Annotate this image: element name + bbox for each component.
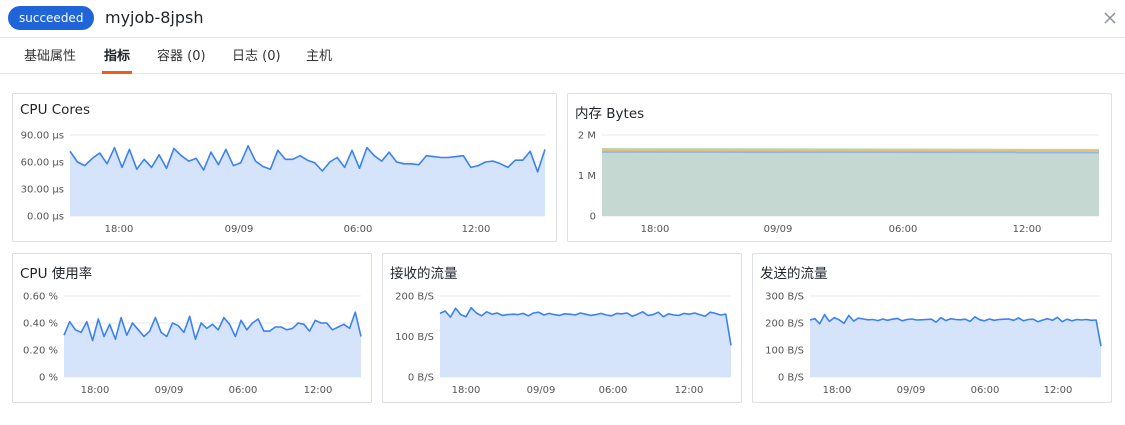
chart-card-cpu-usage: CPU 使用率 0 % 0.20 % 0.40 % 0.60 % 18:00 09/09 0… bbox=[12, 253, 372, 403]
tab-label: 日志 (0) bbox=[232, 49, 281, 64]
cpu-cores-chart: 0.00 µs 30.00 µs 60.00 µs 90.00 µs 18:00 09/0… bbox=[21, 131, 546, 235]
series-area bbox=[810, 314, 1101, 377]
x-tick-label: 09/09 bbox=[225, 224, 254, 235]
tab-label: 容器 (0) bbox=[157, 49, 206, 64]
x-tick-label: 18:00 bbox=[641, 224, 670, 235]
network-rx-chart: 0 B/S 100 B/S 200 B/S 18:00 09/09 06:00 12:00 bbox=[395, 292, 732, 396]
cpu-usage-chart: 0 % 0.20 % 0.40 % 0.60 % 18:00 09/09 06:00 12:0… bbox=[23, 292, 362, 396]
x-tick-label: 12:00 bbox=[304, 385, 333, 396]
series-area bbox=[64, 312, 361, 377]
tab-label: 主机 bbox=[306, 49, 333, 64]
tab-label: 指标 bbox=[104, 49, 131, 64]
y-tick-label: 0.40 % bbox=[23, 319, 58, 330]
y-tick-label: 1 M bbox=[578, 171, 596, 182]
y-tick-label: 0.20 % bbox=[23, 346, 58, 357]
active-tab-indicator bbox=[102, 71, 133, 74]
chart-card-memory: 内存 Bytes 01 M2 M 18:00 09/09 06:00 12:00 bbox=[567, 93, 1112, 242]
x-tick-label: 06:00 bbox=[599, 385, 628, 396]
y-tick-label: 0 B/S bbox=[778, 373, 804, 384]
tab-containers[interactable]: 容器 (0) bbox=[157, 38, 206, 73]
series-area bbox=[70, 145, 545, 216]
y-tick-label: 2 M bbox=[578, 131, 596, 142]
close-button[interactable] bbox=[1099, 7, 1121, 29]
x-tick-label: 06:00 bbox=[889, 224, 918, 235]
memory-chart: 0 1 M 2 M 18:00 09/09 06:00 12:00 bbox=[578, 131, 1100, 235]
y-tick-label: 0 % bbox=[39, 373, 58, 384]
y-tick-label: 200 B/S bbox=[765, 319, 804, 330]
memory-series-line bbox=[601, 148, 1100, 151]
tab-metrics[interactable]: 指标 bbox=[102, 38, 133, 74]
y-tick-label: 90.00 µs bbox=[21, 131, 64, 142]
x-tick-label: 12:00 bbox=[462, 224, 491, 235]
y-tick-label: 0 bbox=[590, 212, 596, 223]
y-tick-label: 100 B/S bbox=[765, 346, 804, 357]
tab-bar: 基础属性 指标 容器 (0) 日志 (0) 主机 bbox=[0, 38, 1125, 74]
x-tick-label: 12:00 bbox=[1044, 385, 1073, 396]
y-tick-label: 0.60 % bbox=[23, 292, 58, 303]
x-tick-label: 18:00 bbox=[452, 385, 481, 396]
x-tick-label: 09/09 bbox=[155, 385, 184, 396]
close-icon bbox=[1104, 12, 1116, 24]
x-tick-label: 06:00 bbox=[344, 224, 373, 235]
tab-host[interactable]: 主机 bbox=[306, 38, 332, 73]
x-tick-label: 09/09 bbox=[897, 385, 926, 396]
y-tick-label: 0 B/S bbox=[408, 373, 434, 384]
x-tick-label: 12:00 bbox=[675, 385, 704, 396]
chart-card-cpu-cores: CPU Cores 0.00 µs 30.00 µs 60.00 µs 90.00 µ… bbox=[12, 93, 557, 242]
x-tick-label: 06:00 bbox=[229, 385, 258, 396]
x-tick-label: 06:00 bbox=[971, 385, 1000, 396]
chart-card-network-tx: 发送的流量 0 B/S 100 B/S 200 B/S 300 B/S 18:00 09/… bbox=[752, 253, 1112, 403]
y-tick-label: 200 B/S bbox=[395, 292, 434, 303]
y-tick-label: 300 B/S bbox=[765, 292, 804, 303]
series-area bbox=[440, 307, 731, 377]
y-tick-label: 100 B/S bbox=[395, 332, 434, 343]
job-title: myjob-8jpsh bbox=[105, 8, 204, 27]
tab-basic-properties[interactable]: 基础属性 bbox=[24, 38, 76, 73]
y-tick-label: 0.00 µs bbox=[27, 212, 64, 223]
x-tick-label: 12:00 bbox=[1013, 224, 1042, 235]
network-tx-chart: 0 B/S 100 B/S 200 B/S 300 B/S 18:00 09/09 06:0… bbox=[765, 292, 1102, 396]
job-header: succeeded myjob-8jpsh bbox=[0, 0, 1125, 38]
chart-card-network-rx: 接收的流量 0 B/S 100 B/S 200 B/S 18:00 09/09 06:00… bbox=[382, 253, 742, 403]
x-tick-label: 09/09 bbox=[527, 385, 556, 396]
x-tick-label: 18:00 bbox=[823, 385, 852, 396]
tab-logs[interactable]: 日志 (0) bbox=[232, 38, 281, 73]
y-tick-label: 60.00 µs bbox=[21, 158, 64, 169]
x-tick-label: 18:00 bbox=[81, 385, 110, 396]
memory-series-area bbox=[602, 153, 1099, 216]
x-tick-label: 18:00 bbox=[105, 224, 134, 235]
tab-label: 基础属性 bbox=[24, 49, 77, 64]
x-tick-label: 09/09 bbox=[764, 224, 793, 235]
y-tick-label: 30.00 µs bbox=[21, 185, 64, 196]
status-badge: succeeded bbox=[8, 6, 95, 30]
